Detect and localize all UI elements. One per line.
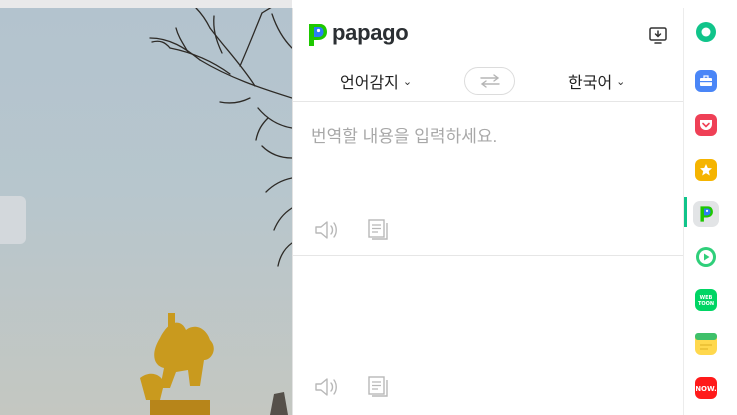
webtoon-icon[interactable]: WEB TOON xyxy=(695,289,717,311)
svg-text:NOW.: NOW. xyxy=(696,385,716,393)
target-language-select[interactable]: 한국어 ⌄ xyxy=(568,69,625,93)
source-text-input[interactable] xyxy=(311,122,666,182)
panel-header: papago xyxy=(293,8,684,60)
source-language-label: 언어감지 xyxy=(340,75,399,92)
chevron-down-icon: ⌄ xyxy=(402,75,413,88)
copy-icon[interactable] xyxy=(365,375,391,399)
now-icon[interactable]: NOW. xyxy=(695,377,717,399)
app-logo-text: papago xyxy=(332,20,409,45)
papago-panel: papago 언어감지 ⌄ 한국어 ⌄ xyxy=(292,8,684,415)
side-app-bar: WEB TOON NOW. xyxy=(683,8,737,415)
chevron-down-icon: ⌄ xyxy=(616,75,626,88)
top-strip xyxy=(292,0,737,8)
active-indicator xyxy=(684,197,687,227)
copy-icon[interactable] xyxy=(365,218,391,242)
papago-icon[interactable] xyxy=(693,201,719,227)
svg-text:TOON: TOON xyxy=(698,301,714,307)
background-photo xyxy=(0,0,292,415)
naver-whale-green-icon[interactable] xyxy=(695,21,717,43)
source-text-area xyxy=(293,102,684,255)
pocket-icon[interactable] xyxy=(695,114,717,136)
briefcase-icon[interactable] xyxy=(695,70,717,92)
star-icon[interactable] xyxy=(695,159,717,181)
speaker-icon[interactable] xyxy=(313,218,339,242)
swap-languages-button[interactable] xyxy=(464,67,515,95)
slide-handle[interactable] xyxy=(0,196,26,244)
translation-result-area xyxy=(293,256,684,415)
source-language-select[interactable]: 언어감지 ⌄ xyxy=(340,69,412,93)
memo-icon[interactable] xyxy=(695,333,717,355)
tree-and-statue-illustration xyxy=(140,8,292,415)
speaker-icon[interactable] xyxy=(313,375,339,399)
papago-logo-icon xyxy=(309,24,327,46)
target-language-label: 한국어 xyxy=(568,75,613,92)
play-icon[interactable] xyxy=(695,246,717,268)
swap-arrows-icon xyxy=(479,74,500,88)
language-bar: 언어감지 ⌄ 한국어 ⌄ xyxy=(293,60,684,102)
install-to-desktop-icon[interactable] xyxy=(648,25,668,45)
